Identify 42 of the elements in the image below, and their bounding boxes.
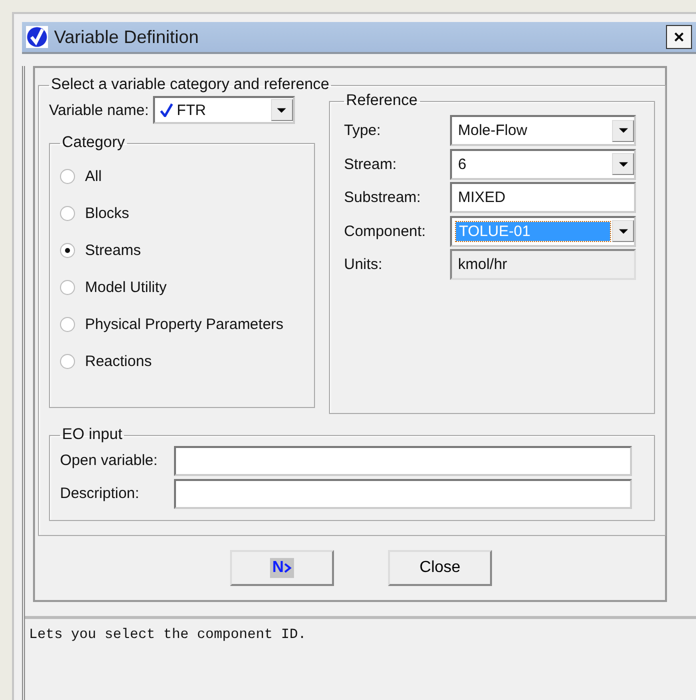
radio-option[interactable]: Blocks xyxy=(60,195,304,232)
radio-button[interactable] xyxy=(60,317,75,332)
text-field[interactable]: MIXED xyxy=(450,182,636,214)
field-label: Component: xyxy=(344,222,427,240)
readonly-field: kmol/hr xyxy=(450,249,636,280)
dropdown-arrow-icon xyxy=(618,228,628,234)
radio-option[interactable]: Physical Property Parameters xyxy=(60,306,304,343)
radio-option[interactable]: Reactions xyxy=(60,343,304,380)
dropdown-arrow-icon xyxy=(618,128,628,134)
checkmark-icon xyxy=(158,103,173,117)
group-title: EO input xyxy=(61,426,124,444)
radio-button[interactable] xyxy=(60,354,75,369)
radio-option[interactable]: Streams xyxy=(60,232,304,269)
dropdown-arrow-icon xyxy=(618,162,628,167)
dropdown-field[interactable]: Mole-Flow xyxy=(450,115,636,146)
group-title: Select a variable category and reference xyxy=(50,76,330,94)
field-label: Units: xyxy=(344,256,384,274)
field-label: Variable name: xyxy=(49,102,149,118)
input-field[interactable] xyxy=(174,446,632,476)
variable-dropdown[interactable]: FTR xyxy=(152,96,295,124)
radio-button[interactable] xyxy=(60,206,75,221)
close-button[interactable]: Close xyxy=(388,550,492,586)
dropdown-field[interactable]: 6 xyxy=(450,148,636,180)
radio-button[interactable] xyxy=(60,169,75,184)
group-title: Reference xyxy=(345,92,419,110)
field-label: Type: xyxy=(344,122,382,140)
radio-option[interactable]: All xyxy=(60,158,304,195)
field-label: Open variable: xyxy=(60,452,159,469)
field-label: Stream: xyxy=(344,156,398,173)
close-button[interactable]: × xyxy=(666,25,692,49)
prompt-text: Lets you select the component ID. xyxy=(25,616,696,700)
radio-button[interactable] xyxy=(60,243,75,258)
next-button[interactable]: N xyxy=(230,550,334,586)
radio-button[interactable] xyxy=(60,280,75,295)
field-label: Description: xyxy=(60,485,140,502)
input-field[interactable] xyxy=(174,478,632,508)
group-title: Category xyxy=(61,134,126,152)
field-label: Substream: xyxy=(344,189,422,206)
window-title: Variable Definition xyxy=(54,26,199,48)
checkmark-icon xyxy=(26,26,48,48)
dropdown-arrow-icon xyxy=(277,108,286,112)
radio-option[interactable]: Model Utility xyxy=(60,269,304,306)
